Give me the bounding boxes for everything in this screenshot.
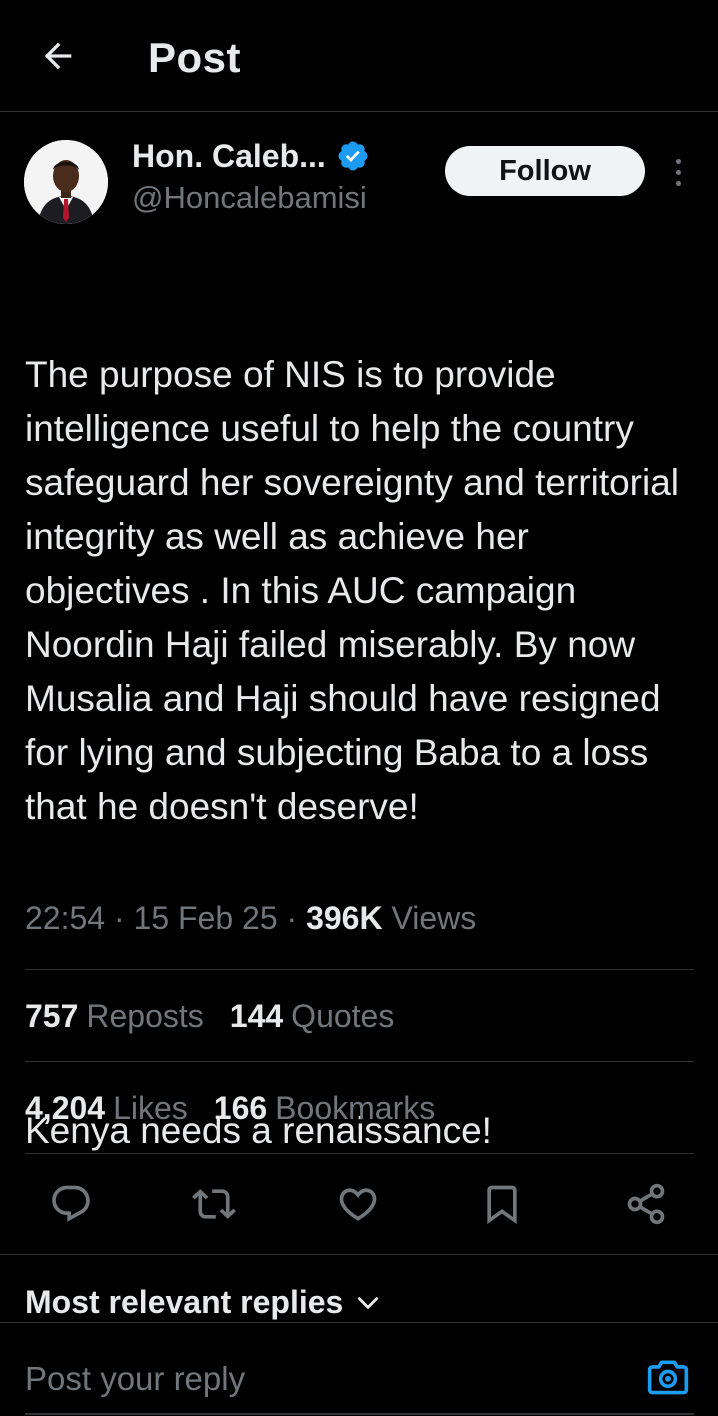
quotes-stat[interactable]: 144 Quotes (230, 998, 395, 1035)
stats-row-2: 4,204 Likes 166 Bookmarks (25, 1090, 435, 1127)
likes-count: 4,204 (25, 1090, 106, 1126)
bookmark-icon (487, 1185, 517, 1225)
reposts-stat[interactable]: 757 Reposts (25, 998, 204, 1035)
share-icon (627, 1183, 665, 1225)
camera-icon (647, 1360, 689, 1395)
author-name-row[interactable]: Hon. Caleb... (132, 136, 370, 176)
likes-stat[interactable]: 4,204 Likes (25, 1090, 188, 1127)
top-bar: Post (0, 0, 718, 112)
post-time: 22:54 (25, 900, 106, 936)
like-button[interactable] (332, 1178, 384, 1230)
back-button[interactable] (32, 30, 84, 82)
bookmarks-stat[interactable]: 166 Bookmarks (214, 1090, 435, 1127)
quotes-label: Quotes (291, 998, 395, 1034)
reply-button[interactable] (45, 1178, 97, 1230)
views-label: Views (391, 900, 477, 936)
page-title: Post (148, 34, 242, 81)
share-button[interactable] (620, 1178, 672, 1230)
verified-badge-icon (338, 141, 368, 171)
avatar[interactable] (24, 140, 108, 224)
reposts-count: 757 (25, 998, 79, 1034)
quotes-count: 144 (229, 998, 284, 1034)
likes-label: Likes (113, 1090, 188, 1126)
views-count[interactable]: 396K (306, 900, 383, 936)
author-name: Hon. Caleb... (132, 137, 326, 174)
bookmarks-count: 166 (213, 1090, 268, 1126)
divider (25, 1153, 694, 1154)
bookmarks-label: Bookmarks (275, 1090, 436, 1126)
divider (0, 1254, 718, 1255)
arrow-left-icon (44, 42, 72, 70)
avatar-image (24, 140, 108, 224)
divider (25, 1061, 694, 1062)
replies-sort-dropdown[interactable]: Most relevant replies (25, 1284, 381, 1321)
reply-bar (0, 1322, 718, 1416)
like-icon (339, 1188, 377, 1221)
repost-button[interactable] (188, 1178, 240, 1230)
chevron-down-icon (358, 1296, 379, 1309)
replies-heading: Most relevant replies (25, 1284, 344, 1320)
divider (25, 969, 694, 970)
camera-button[interactable] (644, 1353, 692, 1401)
follow-button[interactable]: Follow (445, 146, 645, 196)
stats-row-1: 757 Reposts 144 Quotes (25, 998, 394, 1035)
post-page: Post Hon. Caleb... @Honcalebamisi Follow (0, 0, 718, 1416)
reply-input[interactable] (25, 1357, 615, 1401)
reposts-label: Reposts (86, 998, 204, 1034)
post-paragraph: The purpose of NIS is to provide intelli… (25, 354, 690, 827)
author-handle[interactable]: @Honcalebamisi (132, 180, 367, 216)
post-meta: 22:54 · 15 Feb 25 · 396K Views (25, 900, 477, 936)
repost-icon (192, 1189, 236, 1219)
reply-underline (25, 1413, 694, 1415)
reply-icon (52, 1185, 90, 1222)
post-date: 15 Feb 25 (133, 900, 278, 936)
more-options-icon[interactable] (662, 152, 694, 192)
bookmark-button[interactable] (476, 1178, 528, 1230)
